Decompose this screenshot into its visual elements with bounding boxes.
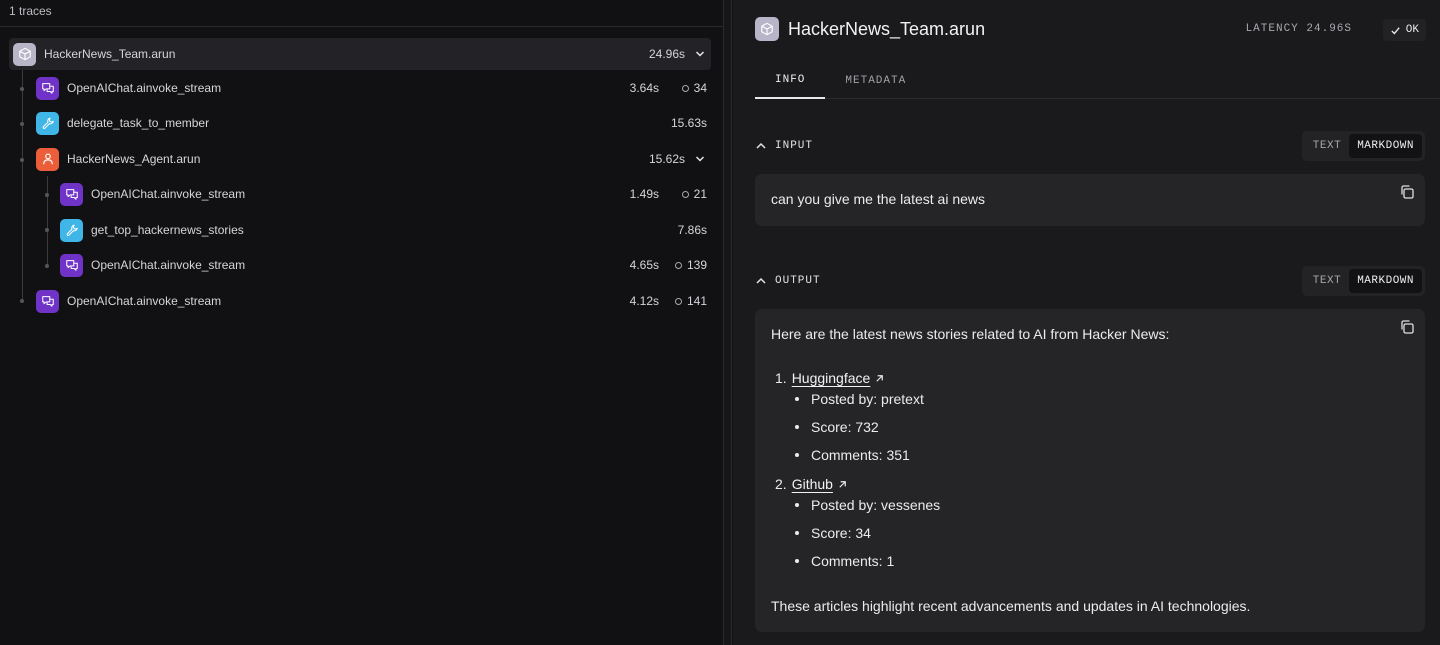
trace-duration: 4.12s [629, 294, 659, 308]
tab-info[interactable]: INFO [755, 63, 826, 99]
trace-duration: 24.96s [648, 47, 685, 61]
input-markdown-option[interactable]: MARKDOWN [1349, 134, 1422, 158]
chat-bubbles-icon [60, 182, 83, 206]
trace-name: OpenAIChat.ainvoke_stream [67, 81, 222, 95]
trace-duration: 3.64s [629, 81, 659, 95]
chat-bubbles-icon [36, 289, 59, 313]
trace-name: get_top_hackernews_stories [91, 223, 244, 237]
copy-icon[interactable] [1399, 319, 1415, 335]
huggingface-link[interactable]: Huggingface [792, 370, 871, 386]
tree-node-dot [45, 264, 49, 268]
tree-line [47, 176, 48, 266]
tree-node-dot [45, 193, 49, 197]
trace-name: OpenAIChat.ainvoke_stream [67, 294, 222, 308]
trace-count: 1 traces [0, 0, 723, 27]
trace-duration: 4.65s [629, 258, 659, 272]
panel-resize-handle[interactable] [723, 0, 732, 645]
detail-panel: HackerNews_Team.arun LATENCY 24.96S OK I… [733, 0, 1440, 645]
detail-header: HackerNews_Team.arun [755, 17, 985, 41]
cube-icon [13, 42, 36, 66]
list-item: Score: 732 [795, 419, 879, 435]
list-item: Posted by: vessenes [795, 497, 940, 513]
input-section-header[interactable]: INPUT TEXT MARKDOWN [755, 131, 1425, 161]
cube-icon [755, 17, 779, 41]
chevron-down-icon[interactable] [689, 49, 711, 59]
check-icon [1391, 26, 1400, 34]
tree-node-dot [45, 228, 49, 232]
trace-duration: 15.62s [648, 152, 685, 166]
tree-node-dot [20, 299, 24, 303]
list-item: 1. Huggingface [775, 370, 885, 386]
wrench-icon [60, 218, 83, 242]
detail-tabs: INFO METADATA [755, 63, 1440, 99]
input-format-toggle: TEXT MARKDOWN [1301, 131, 1425, 161]
trace-row[interactable]: OpenAIChat.ainvoke_stream 3.64s 34 [36, 72, 707, 104]
output-section-header[interactable]: OUTPUT TEXT MARKDOWN [755, 266, 1425, 296]
tab-metadata[interactable]: METADATA [825, 63, 926, 99]
list-item: Score: 34 [795, 525, 871, 541]
token-count: 21 [667, 187, 707, 201]
trace-row[interactable]: HackerNews_Agent.arun 15.62s [36, 143, 711, 175]
trace-duration: 15.63s [670, 116, 707, 130]
output-box: Here are the latest news stories related… [755, 309, 1425, 632]
list-item: 2. Github [775, 476, 848, 492]
chat-bubbles-icon [36, 76, 59, 100]
github-link[interactable]: Github [792, 476, 833, 492]
input-box: can you give me the latest ai news [755, 174, 1425, 226]
chat-bubbles-icon [60, 253, 83, 277]
token-count: 139 [667, 258, 707, 272]
wrench-icon [36, 111, 59, 135]
list-item: Comments: 1 [795, 553, 894, 569]
list-item: Posted by: pretext [795, 391, 924, 407]
trace-panel: 1 traces HackerNews_Team.arun 24.96s Ope… [0, 0, 723, 645]
trace-row[interactable]: OpenAIChat.ainvoke_stream 4.65s 139 [60, 249, 707, 281]
trace-duration: 7.86s [677, 223, 707, 237]
person-icon [36, 147, 59, 171]
trace-row[interactable]: OpenAIChat.ainvoke_stream 4.12s 141 [36, 285, 707, 317]
trace-row[interactable]: get_top_hackernews_stories 7.86s [60, 214, 707, 246]
input-text: can you give me the latest ai news [771, 191, 986, 207]
trace-name: HackerNews_Agent.arun [67, 152, 201, 166]
output-format-toggle: TEXT MARKDOWN [1301, 266, 1425, 296]
trace-duration: 1.49s [629, 187, 659, 201]
trace-row[interactable]: OpenAIChat.ainvoke_stream 1.49s 21 [60, 178, 707, 210]
input-label: INPUT [775, 140, 814, 152]
external-link-icon[interactable] [837, 479, 848, 490]
detail-title: HackerNews_Team.arun [788, 18, 986, 39]
output-text-option[interactable]: TEXT [1305, 269, 1349, 293]
trace-name: delegate_task_to_member [67, 116, 210, 130]
tree-node-dot [20, 87, 24, 91]
trace-name: OpenAIChat.ainvoke_stream [91, 187, 246, 201]
tree-node-dot [20, 122, 24, 126]
output-label: OUTPUT [775, 275, 821, 287]
token-count: 34 [667, 81, 707, 95]
token-icon [674, 297, 682, 305]
external-link-icon[interactable] [874, 373, 885, 384]
latency-label: LATENCY 24.96S [1245, 23, 1352, 35]
token-count: 141 [667, 294, 707, 308]
chevron-up-icon[interactable] [755, 275, 767, 287]
copy-icon[interactable] [1399, 184, 1415, 200]
output-intro: Here are the latest news stories related… [771, 326, 1170, 342]
trace-row-root[interactable]: HackerNews_Team.arun 24.96s [9, 38, 711, 70]
trace-name: HackerNews_Team.arun [44, 47, 176, 61]
chevron-down-icon[interactable] [689, 154, 711, 164]
output-outro: These articles highlight recent advancem… [771, 598, 1251, 614]
token-icon [674, 261, 682, 269]
chevron-up-icon[interactable] [755, 140, 767, 152]
trace-name: OpenAIChat.ainvoke_stream [91, 258, 246, 272]
tree-node-dot [20, 158, 24, 162]
token-icon [681, 190, 689, 198]
tree-line [22, 70, 23, 300]
status-badge: OK [1382, 19, 1426, 41]
output-markdown-option[interactable]: MARKDOWN [1349, 269, 1422, 293]
token-icon [681, 84, 689, 92]
input-text-option[interactable]: TEXT [1305, 134, 1349, 158]
trace-row[interactable]: delegate_task_to_member 15.63s [36, 107, 707, 139]
list-item: Comments: 351 [795, 447, 910, 463]
